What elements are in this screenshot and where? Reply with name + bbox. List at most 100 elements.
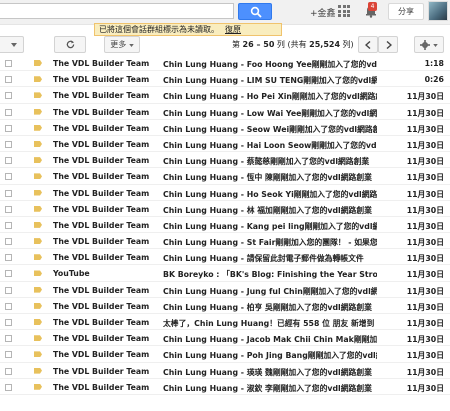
row-checkbox[interactable] xyxy=(5,270,12,278)
table-row[interactable]: The VDL Builder Team Chin Lung Huang - 瑛瑛… xyxy=(0,362,450,379)
email-subject: Chin Lung Huang - Ho Seok Yi剛剛加入了您的vdl網路 xyxy=(163,189,377,199)
email-sender: The VDL Builder Team xyxy=(53,253,150,263)
email-date: 11月30日 xyxy=(406,254,444,264)
email-sender: The VDL Builder Team xyxy=(53,220,150,230)
table-row[interactable]: The VDL Builder Team Chin Lung Huang - 淑欽… xyxy=(0,378,450,395)
table-row[interactable]: The VDL Builder Team Chin Lung Huang - Ho… xyxy=(0,184,450,201)
chevron-down-icon xyxy=(11,43,17,47)
share-button[interactable]: 分享 xyxy=(388,3,424,20)
importance-marker-icon[interactable] xyxy=(34,302,42,309)
row-checkbox[interactable] xyxy=(5,254,12,262)
importance-marker-icon[interactable] xyxy=(34,319,42,325)
email-subject: Chin Lung Huang - 瑛瑛 魏剛剛加入了您的vdl網路創業 xyxy=(163,367,372,377)
search-button[interactable] xyxy=(238,3,272,20)
row-checkbox[interactable] xyxy=(5,92,12,100)
table-row[interactable]: The VDL Builder Team Chin Lung Huang - St… xyxy=(0,233,450,250)
search-input[interactable] xyxy=(0,3,234,19)
row-checkbox[interactable] xyxy=(5,157,12,165)
importance-marker-icon[interactable] xyxy=(34,173,42,180)
settings-button[interactable] xyxy=(414,36,444,53)
undo-link[interactable]: 復原 xyxy=(225,25,241,34)
table-row[interactable]: The VDL Builder Team Chin Lung Huang - Ju… xyxy=(0,281,450,298)
table-row[interactable]: YouTube BK Boreyko : 「BK's Blog: Finishin… xyxy=(0,265,450,282)
email-date: 11月30日 xyxy=(406,286,444,296)
email-sender: YouTube xyxy=(53,269,90,279)
email-date: 11月30日 xyxy=(406,140,444,150)
importance-marker-icon[interactable] xyxy=(34,92,42,99)
email-sender: The VDL Builder Team xyxy=(53,350,150,360)
importance-marker-icon[interactable] xyxy=(34,124,42,131)
email-sender: The VDL Builder Team xyxy=(53,91,150,101)
table-row[interactable]: The VDL Builder Team Chin Lung Huang - LI… xyxy=(0,71,450,88)
row-checkbox[interactable] xyxy=(5,302,12,310)
row-checkbox[interactable] xyxy=(5,60,12,67)
row-checkbox[interactable] xyxy=(5,124,12,132)
refresh-button[interactable] xyxy=(54,36,86,53)
importance-marker-icon[interactable] xyxy=(34,270,42,277)
google-plus-profile-link[interactable]: +金鑫 xyxy=(310,6,336,19)
apps-grid-icon[interactable] xyxy=(338,5,350,17)
importance-marker-icon[interactable] xyxy=(34,221,42,228)
table-row[interactable]: The VDL Builder Team Chin Lung Huang - 柏亨… xyxy=(0,297,450,314)
importance-marker-icon[interactable] xyxy=(34,108,42,115)
row-checkbox[interactable] xyxy=(5,189,12,197)
table-row[interactable]: The VDL Builder Team Chin Lung Huang - 蔡懿… xyxy=(0,152,450,169)
avatar[interactable] xyxy=(428,1,448,21)
table-row[interactable]: The VDL Builder Team Chin Lung Huang - Se… xyxy=(0,119,450,136)
importance-marker-icon[interactable] xyxy=(34,189,42,196)
importance-marker-icon[interactable] xyxy=(34,383,42,390)
row-checkbox[interactable] xyxy=(5,335,12,343)
table-row[interactable]: The VDL Builder Team 太棒了，Chin Lung Huang！… xyxy=(0,314,450,331)
email-date: 11月30日 xyxy=(406,238,444,248)
row-checkbox[interactable] xyxy=(5,108,12,116)
table-row[interactable]: The VDL Builder Team Chin Lung Huang - 恆中… xyxy=(0,168,450,185)
newer-page-button[interactable] xyxy=(358,36,378,53)
row-checkbox[interactable] xyxy=(5,367,12,375)
older-page-button[interactable] xyxy=(378,36,398,53)
importance-marker-icon[interactable] xyxy=(34,76,42,83)
table-row[interactable]: The VDL Builder Team Chin Lung Huang - Ho… xyxy=(0,87,450,104)
gear-icon xyxy=(420,40,430,50)
importance-marker-icon[interactable] xyxy=(34,335,42,342)
table-row[interactable]: The VDL Builder Team Chin Lung Huang - Ka… xyxy=(0,216,450,234)
table-row[interactable]: The VDL Builder Team Chin Lung Huang - Ja… xyxy=(0,330,450,347)
table-row[interactable]: The VDL Builder Team Chin Lung Huang - Lo… xyxy=(0,103,450,120)
email-date: 11月30日 xyxy=(406,157,444,167)
importance-marker-icon[interactable] xyxy=(34,205,42,212)
table-row[interactable]: The VDL Builder Team Chin Lung Huang - Ha… xyxy=(0,135,450,153)
email-sender: The VDL Builder Team xyxy=(53,204,150,214)
row-checkbox[interactable] xyxy=(5,286,12,294)
importance-marker-icon[interactable] xyxy=(34,140,42,147)
row-checkbox[interactable] xyxy=(5,351,12,359)
email-subject: Chin Lung Huang - Ho Pei Xin剛剛加入了您的vdl網路… xyxy=(163,92,377,102)
importance-marker-icon[interactable] xyxy=(34,351,42,358)
row-checkbox[interactable] xyxy=(5,221,12,229)
email-date: 11月30日 xyxy=(406,92,444,102)
email-sender: The VDL Builder Team xyxy=(53,301,150,311)
importance-marker-icon[interactable] xyxy=(34,60,42,66)
email-subject: Chin Lung Huang - 柏亨 吳剛剛加入了您的vdl網路創業 xyxy=(163,302,372,312)
table-row[interactable]: The VDL Builder Team Chin Lung Huang - Po… xyxy=(0,346,450,363)
importance-marker-icon[interactable] xyxy=(34,286,42,293)
row-checkbox[interactable] xyxy=(5,140,12,148)
table-row[interactable]: The VDL Builder Team Chin Lung Huang - Fo… xyxy=(0,55,450,72)
row-checkbox[interactable] xyxy=(5,173,12,181)
importance-marker-icon[interactable] xyxy=(34,367,42,374)
importance-marker-icon[interactable] xyxy=(34,238,42,245)
select-dropdown-button[interactable] xyxy=(0,36,24,53)
email-subject: Chin Lung Huang - Low Wai Yee剛剛加入了您的vdl網… xyxy=(163,108,377,118)
more-button[interactable]: 更多 xyxy=(104,36,140,53)
row-checkbox[interactable] xyxy=(5,205,12,213)
row-checkbox[interactable] xyxy=(5,76,12,84)
email-date: 11月30日 xyxy=(406,351,444,361)
row-checkbox[interactable] xyxy=(5,383,12,391)
email-date: 11月30日 xyxy=(406,319,444,328)
importance-marker-icon[interactable] xyxy=(34,157,42,164)
row-checkbox[interactable] xyxy=(5,238,12,246)
importance-marker-icon[interactable] xyxy=(34,254,42,261)
email-sender: The VDL Builder Team xyxy=(53,156,150,166)
refresh-icon xyxy=(66,40,75,49)
row-checkbox[interactable] xyxy=(5,319,12,326)
table-row[interactable]: The VDL Builder Team Chin Lung Huang - 林 … xyxy=(0,200,450,217)
table-row[interactable]: The VDL Builder Team Chin Lung Huang - 請保… xyxy=(0,249,450,266)
